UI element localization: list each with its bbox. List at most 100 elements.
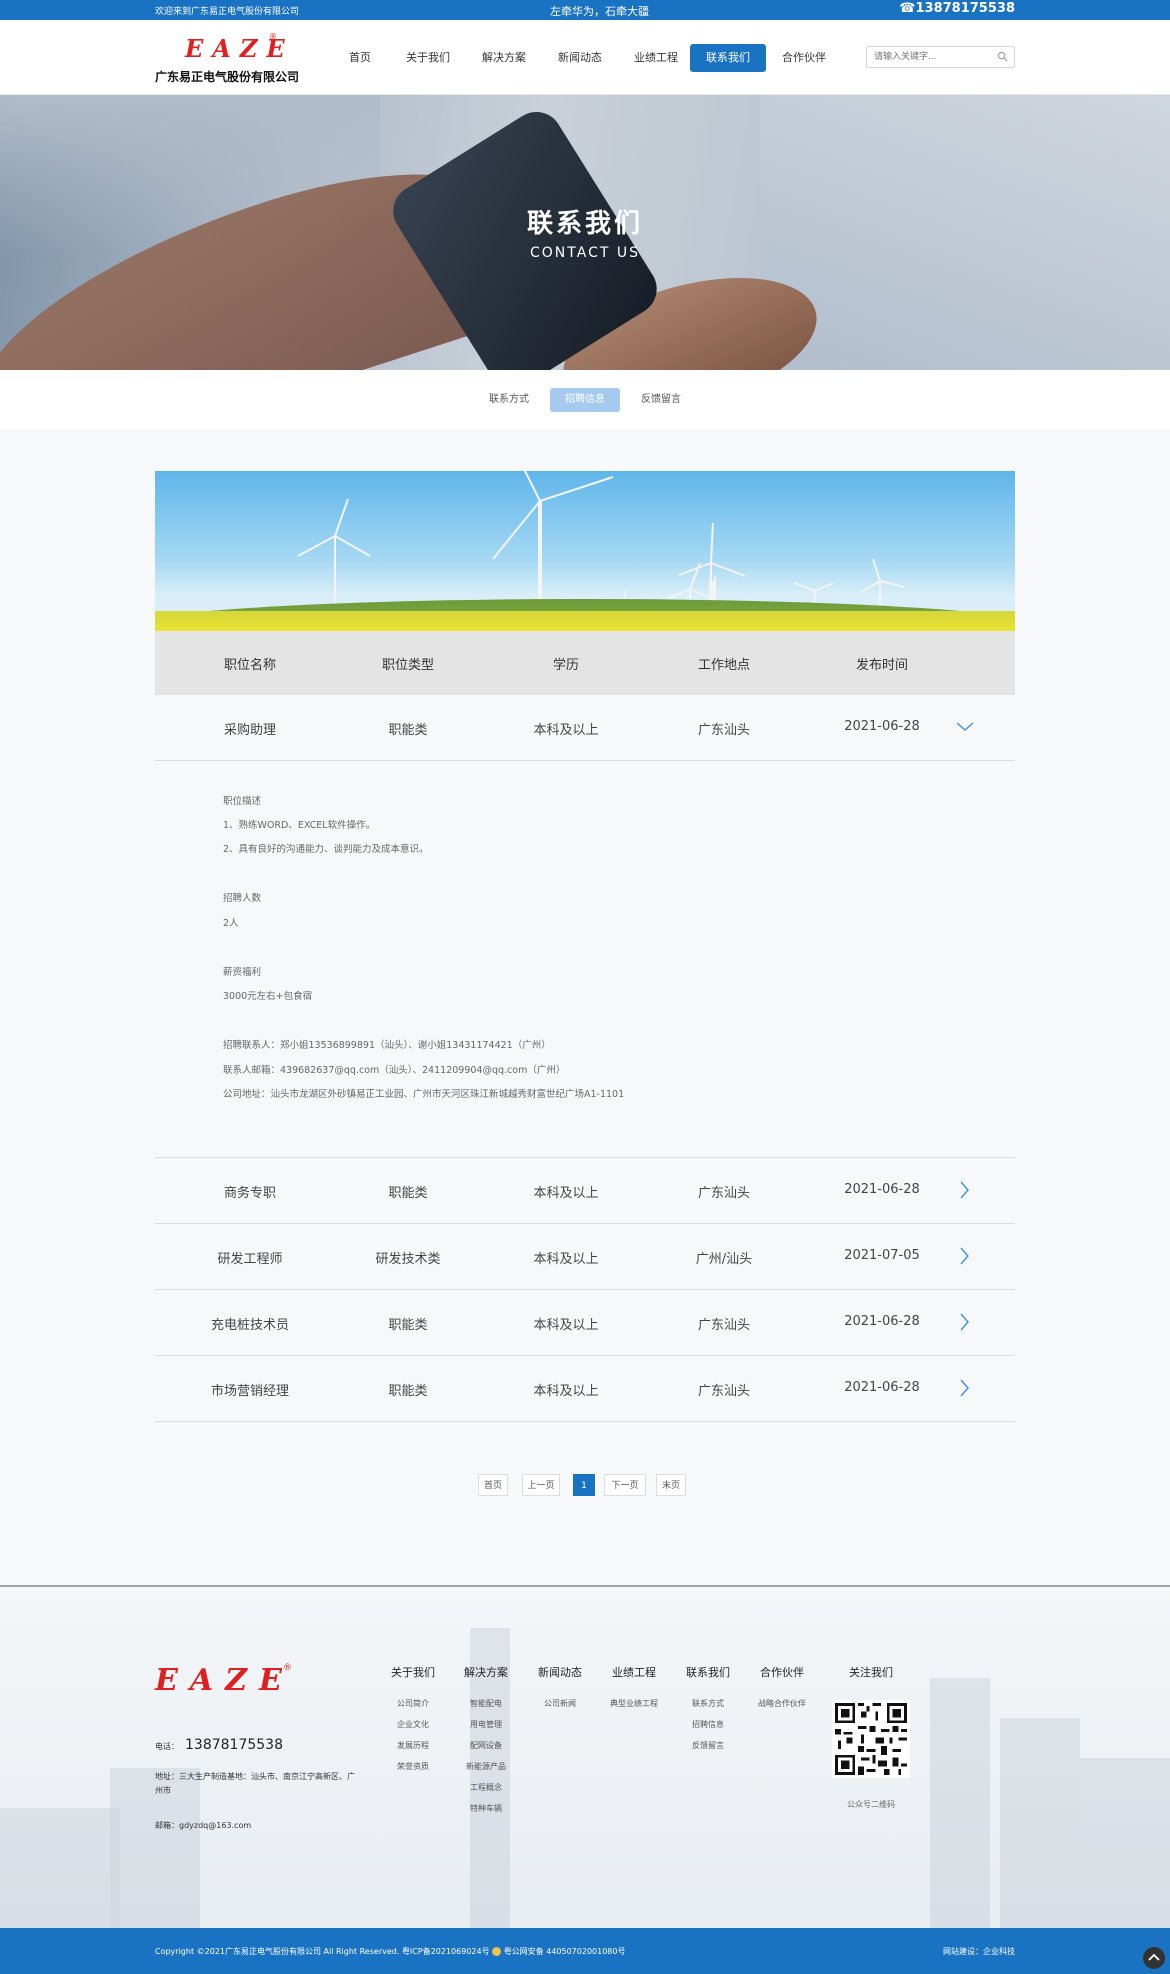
footer-link[interactable]: 公司新闻 [534, 1698, 586, 1719]
footer-link[interactable]: 工程概念 [460, 1782, 512, 1803]
chevron-right-icon[interactable] [955, 1312, 975, 1332]
footer-link[interactable]: 配网设备 [460, 1740, 512, 1761]
welcome-text: 欢迎来到广东易正电气股份有限公司 [155, 7, 300, 17]
footer-col-title[interactable]: 关于我们 [387, 1664, 439, 1680]
detail-address: 公司地址：汕头市龙湖区外砂镇易正工业园、广州市天河区珠江新城越秀财富世纪广场A1… [223, 1089, 625, 1100]
footer-email: 邮箱：gdyzdq@163.com [155, 1821, 252, 1830]
footer-link[interactable]: 发展历程 [387, 1740, 439, 1761]
nav-about[interactable]: 关于我们 [393, 44, 463, 72]
job-date: 2021-06-28 [844, 1182, 920, 1197]
footer-link[interactable]: 企业文化 [387, 1719, 439, 1740]
detail-count-title: 招聘人数 [223, 893, 262, 904]
qr-code-image [832, 1700, 910, 1778]
footer-logo[interactable]: EAZE ® [155, 1663, 294, 1698]
job-name: 采购助理 [223, 723, 276, 738]
job-row[interactable]: 市场营销经理 职能类 本科及以上 广东汕头 2021-06-28 [155, 1356, 1015, 1422]
site-header: EAZE ® 广东易正电气股份有限公司 首页 关于我们 解决方案 新闻动态 业绩… [0, 20, 1170, 95]
chevron-up-icon [1148, 1953, 1160, 1961]
footer-col-solutions: 解决方案 智能配电 用电管理 配网设备 新能源产品 工程概念 特种车辆 [460, 1664, 512, 1824]
footer-link[interactable]: 战略合作伙伴 [756, 1698, 808, 1719]
page-banner: 联系我们 CONTACT US [0, 95, 1170, 370]
search-box [866, 46, 1015, 68]
footer-phone-number: 13878175538 [185, 1737, 283, 1753]
footer-col-title[interactable]: 新闻动态 [534, 1664, 586, 1680]
detail-desc-1: 1、熟练WORD、EXCEL软件操作。 [223, 820, 376, 831]
job-education: 本科及以上 [533, 1384, 599, 1399]
job-date: 2021-06-28 [844, 1380, 920, 1395]
footer-address-text: 三大生产制造基地：汕头市、南京江宁高新区、广州市 [155, 1772, 355, 1795]
pager-prev[interactable]: 上一页 [522, 1474, 560, 1496]
subnav-feedback[interactable]: 反馈留言 [626, 388, 696, 412]
search-icon[interactable] [997, 51, 1008, 62]
site-logo[interactable]: EAZE ® 广东易正电气股份有限公司 [155, 32, 305, 88]
copyright-text: Copyright ©2021广东易正电气股份有限公司 All Right Re… [155, 1947, 626, 1956]
job-education: 本科及以上 [533, 1186, 599, 1201]
job-location: 广东汕头 [697, 1384, 750, 1399]
registered-mark: ® [269, 32, 277, 41]
footer-link[interactable]: 用电管理 [460, 1719, 512, 1740]
footer-link[interactable]: 荣誉资质 [387, 1761, 439, 1782]
subnav-recruitment[interactable]: 招聘信息 [550, 388, 620, 412]
job-name: 市场营销经理 [210, 1384, 289, 1399]
footer-address: 地址：三大生产制造基地：汕头市、南京江宁高新区、广州市 [155, 1772, 355, 1795]
logo-brand: EAZE [185, 34, 294, 63]
pager-current[interactable]: 1 [573, 1474, 595, 1496]
subnav-contact-info[interactable]: 联系方式 [474, 388, 544, 412]
slogan-text: 左牵华为，石牵大疆 [550, 5, 649, 18]
chevron-right-icon[interactable] [955, 1246, 975, 1266]
job-education: 本科及以上 [533, 1252, 599, 1267]
top-bar: 欢迎来到广东易正电气股份有限公司 左牵华为，石牵大疆 ☎13878175538 [0, 0, 1170, 20]
footer-col-follow: 关注我们 [845, 1664, 897, 1698]
detail-count: 2人 [223, 918, 239, 929]
police-record[interactable]: 粤公网安备 44050702001080号 [504, 1947, 626, 1956]
nav-news[interactable]: 新闻动态 [545, 44, 615, 72]
chevron-right-icon[interactable] [955, 1180, 975, 1200]
nav-home[interactable]: 首页 [325, 44, 395, 72]
col-header-type: 职位类型 [381, 658, 434, 673]
col-header-position: 职位名称 [223, 658, 276, 673]
job-type: 研发技术类 [375, 1252, 441, 1267]
job-location: 广州/汕头 [695, 1252, 753, 1267]
search-input[interactable] [867, 47, 987, 67]
job-location: 广东汕头 [697, 1186, 750, 1201]
nav-contact[interactable]: 联系我们 [690, 44, 766, 72]
job-date: 2021-07-05 [844, 1248, 920, 1263]
job-name: 研发工程师 [217, 1252, 283, 1267]
footer-col-title[interactable]: 解决方案 [460, 1664, 512, 1680]
pager-next[interactable]: 下一页 [604, 1474, 646, 1496]
footer-link[interactable]: 招聘信息 [682, 1719, 734, 1740]
footer-col-title[interactable]: 合作伙伴 [756, 1664, 808, 1680]
job-name: 商务专职 [223, 1186, 276, 1201]
detail-email: 联系人邮箱：439682637@qq.com（汕头）、2411209904@qq… [223, 1065, 566, 1076]
banner-subtitle: CONTACT US [530, 245, 640, 261]
builder-credit[interactable]: 网站建设：企业科技 [943, 1946, 1015, 1957]
job-location: 广东汕头 [697, 1318, 750, 1333]
footer-col-title[interactable]: 业绩工程 [608, 1664, 660, 1680]
chevron-right-icon[interactable] [955, 1378, 975, 1398]
footer-col-title[interactable]: 联系我们 [682, 1664, 734, 1680]
banner-title: 联系我们 [526, 209, 643, 239]
footer-link[interactable]: 联系方式 [682, 1698, 734, 1719]
back-to-top-button[interactable] [1143, 1947, 1165, 1969]
job-detail-panel: 职位描述 1、熟练WORD、EXCEL软件操作。 2、具有良好的沟通能力、谈判能… [155, 761, 1015, 1158]
pager-last[interactable]: 末页 [656, 1474, 686, 1496]
footer-link[interactable]: 典型业绩工程 [608, 1698, 660, 1719]
footer-link[interactable]: 特种车辆 [460, 1803, 512, 1824]
nav-partners[interactable]: 合作伙伴 [769, 44, 839, 72]
col-header-date: 发布时间 [855, 658, 908, 673]
footer-link[interactable]: 新能源产品 [460, 1761, 512, 1782]
footer-link[interactable]: 智能配电 [460, 1698, 512, 1719]
job-row[interactable]: 研发工程师 研发技术类 本科及以上 广州/汕头 2021-07-05 [155, 1224, 1015, 1290]
footer-link[interactable]: 公司简介 [387, 1698, 439, 1719]
chevron-down-icon[interactable] [955, 717, 975, 737]
nav-projects[interactable]: 业绩工程 [621, 44, 691, 72]
job-row[interactable]: 充电桩技术员 职能类 本科及以上 广东汕头 2021-06-28 [155, 1290, 1015, 1356]
job-row[interactable]: 商务专职 职能类 本科及以上 广东汕头 2021-06-28 [155, 1158, 1015, 1224]
footer-col-about: 关于我们 公司简介 企业文化 发展历程 荣誉资质 [387, 1664, 439, 1782]
main-content: 职位名称 职位类型 学历 工作地点 发布时间 采购助理 职能类 本科及以上 广东… [0, 430, 1170, 1585]
pager-first[interactable]: 首页 [478, 1474, 508, 1496]
job-education: 本科及以上 [533, 723, 599, 738]
nav-solutions[interactable]: 解决方案 [469, 44, 539, 72]
footer-link[interactable]: 反馈留言 [682, 1740, 734, 1761]
job-row[interactable]: 采购助理 职能类 本科及以上 广东汕头 2021-06-28 [155, 695, 1015, 761]
